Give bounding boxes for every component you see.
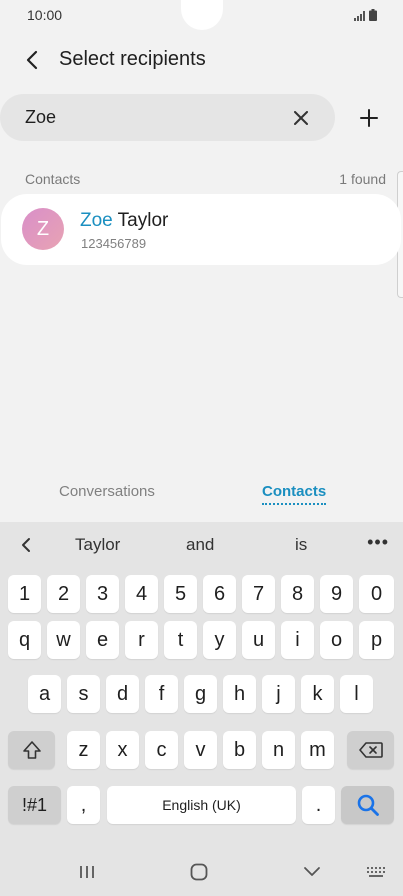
back-arrow-icon <box>26 50 38 70</box>
key-f[interactable]: f <box>145 675 178 713</box>
suggestion-collapse-button[interactable] <box>14 533 38 557</box>
tab-conversations[interactable]: Conversations <box>59 483 155 500</box>
key-e[interactable]: e <box>86 621 119 659</box>
tab-contacts[interactable]: Contacts <box>262 483 327 505</box>
key-0[interactable]: 0 <box>359 575 394 613</box>
recent-apps-icon <box>80 866 94 878</box>
key-a[interactable]: a <box>28 675 61 713</box>
bottom-tabs: Conversations Contacts <box>0 476 403 510</box>
avatar: Z <box>22 208 64 250</box>
keyboard-switch-button[interactable] <box>363 860 389 884</box>
suggestion-3[interactable]: is <box>295 535 307 555</box>
key-3[interactable]: 3 <box>86 575 119 613</box>
key-comma[interactable]: , <box>67 786 100 824</box>
recent-apps-button[interactable] <box>74 860 100 884</box>
search-field[interactable]: Zoe <box>0 94 335 141</box>
key-q[interactable]: q <box>8 621 41 659</box>
search-input[interactable]: Zoe <box>25 107 56 128</box>
key-g[interactable]: g <box>184 675 217 713</box>
key-7[interactable]: 7 <box>242 575 275 613</box>
add-recipient-button[interactable] <box>355 104 383 132</box>
backspace-key[interactable] <box>347 731 394 769</box>
home-button[interactable] <box>186 860 212 884</box>
contact-name: Zoe Taylor <box>80 210 168 232</box>
suggestion-2[interactable]: and <box>186 535 214 555</box>
page-title: Select recipients <box>59 48 206 70</box>
close-icon <box>294 111 308 125</box>
key-1[interactable]: 1 <box>8 575 41 613</box>
camera-notch <box>181 0 223 30</box>
key-period[interactable]: . <box>302 786 335 824</box>
app-header: Select recipients <box>0 38 403 82</box>
signal-icon <box>354 11 365 21</box>
chevron-down-icon <box>304 867 320 876</box>
key-5[interactable]: 5 <box>164 575 197 613</box>
key-y[interactable]: y <box>203 621 236 659</box>
hide-keyboard-button[interactable] <box>299 860 325 884</box>
search-icon <box>357 794 379 816</box>
search-key[interactable] <box>341 786 394 824</box>
space-key[interactable]: English (UK) <box>107 786 296 824</box>
key-n[interactable]: n <box>262 731 295 769</box>
shift-key[interactable] <box>8 731 55 769</box>
key-2[interactable]: 2 <box>47 575 80 613</box>
key-t[interactable]: t <box>164 621 197 659</box>
key-4[interactable]: 4 <box>125 575 158 613</box>
suggestion-bar: Taylor and is ••• <box>0 522 403 568</box>
contact-name-rest: Taylor <box>112 210 169 231</box>
key-j[interactable]: j <box>262 675 295 713</box>
key-r[interactable]: r <box>125 621 158 659</box>
key-o[interactable]: o <box>320 621 353 659</box>
status-bar: 10:00 <box>0 0 403 32</box>
key-i[interactable]: i <box>281 621 314 659</box>
key-8[interactable]: 8 <box>281 575 314 613</box>
shift-icon <box>22 741 41 759</box>
contact-phone: 123456789 <box>81 236 147 251</box>
plus-icon <box>360 109 378 127</box>
keyboard: Taylor and is ••• 1 2 3 4 5 6 7 8 9 0 q … <box>0 522 403 896</box>
section-label-contacts: Contacts <box>25 171 81 187</box>
key-z[interactable]: z <box>67 731 100 769</box>
status-time: 10:00 <box>27 7 63 23</box>
keyboard-icon <box>367 867 385 877</box>
home-icon <box>190 863 208 881</box>
key-u[interactable]: u <box>242 621 275 659</box>
key-k[interactable]: k <box>301 675 334 713</box>
back-button[interactable] <box>18 46 46 74</box>
key-s[interactable]: s <box>67 675 100 713</box>
battery-icon <box>369 9 377 21</box>
key-9[interactable]: 9 <box>320 575 353 613</box>
key-w[interactable]: w <box>47 621 80 659</box>
symbols-key[interactable]: !#1 <box>8 786 61 824</box>
key-x[interactable]: x <box>106 731 139 769</box>
clear-search-button[interactable] <box>289 106 313 130</box>
key-b[interactable]: b <box>223 731 256 769</box>
key-6[interactable]: 6 <box>203 575 236 613</box>
key-p[interactable]: p <box>359 621 394 659</box>
backspace-icon <box>358 742 383 758</box>
system-nav-bar <box>0 848 403 896</box>
suggestion-1[interactable]: Taylor <box>75 535 120 555</box>
key-m[interactable]: m <box>301 731 334 769</box>
status-icons <box>354 9 377 21</box>
key-h[interactable]: h <box>223 675 256 713</box>
key-d[interactable]: d <box>106 675 139 713</box>
key-c[interactable]: c <box>145 731 178 769</box>
more-options-button[interactable]: ••• <box>367 532 389 553</box>
key-l[interactable]: l <box>340 675 373 713</box>
chevron-left-icon <box>22 538 30 552</box>
contact-item[interactable]: Z Zoe Taylor 123456789 <box>1 194 401 265</box>
found-count: 1 found <box>339 171 386 187</box>
key-v[interactable]: v <box>184 731 217 769</box>
contact-name-match: Zoe <box>80 210 113 231</box>
